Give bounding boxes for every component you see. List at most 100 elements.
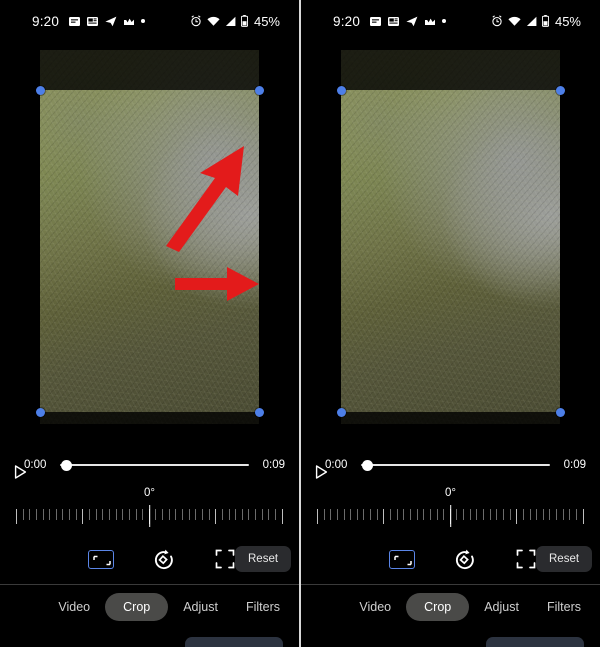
- rotation-tick: [370, 509, 372, 520]
- timeline-scrubber[interactable]: [60, 458, 249, 472]
- news-icon: [388, 16, 400, 27]
- tab-filters[interactable]: Filters: [534, 593, 594, 621]
- wifi-icon: [207, 16, 220, 27]
- rotation-tick: [556, 509, 558, 520]
- tab-crop[interactable]: Crop: [105, 593, 169, 621]
- rotation-tick: [549, 509, 551, 520]
- rotation-tick: [569, 509, 571, 520]
- dot-icon: [141, 19, 146, 23]
- expand-icon[interactable]: [215, 546, 235, 572]
- rotation-tick: [575, 509, 577, 520]
- status-bar-time: 9:20: [32, 13, 60, 29]
- save-copy-button[interactable]: Save copy: [184, 637, 283, 647]
- rotation-tick: [122, 509, 124, 520]
- reset-button[interactable]: Reset: [235, 546, 292, 572]
- rotation-tick: [281, 509, 283, 524]
- rotation-tick: [274, 509, 276, 520]
- rotation-tick: [409, 509, 411, 520]
- crop-handle-bottom-left[interactable]: [336, 407, 346, 417]
- rotation-dial[interactable]: 0°: [301, 487, 600, 539]
- rotation-tick: [215, 509, 217, 524]
- rotation-tick: [416, 509, 418, 520]
- aspect-ratio-icon[interactable]: [389, 546, 415, 572]
- timeline-total-time: 0:09: [563, 459, 586, 471]
- rotation-tick: [62, 509, 64, 520]
- rotation-center-indicator: [148, 505, 151, 527]
- editor-tabs[interactable]: Video Crop Adjust Filters: [301, 585, 600, 629]
- timeline-thumb[interactable]: [61, 459, 72, 471]
- rotation-center-indicator: [449, 505, 452, 527]
- crop-handle-top-right[interactable]: [254, 85, 264, 95]
- tab-adjust[interactable]: Adjust: [471, 593, 532, 621]
- crop-canvas-right[interactable]: [301, 42, 600, 447]
- rotation-tick: [522, 509, 524, 520]
- crop-canvas-left[interactable]: [0, 42, 299, 447]
- wifi-icon: [508, 16, 521, 27]
- timeline-total-time: 0:09: [262, 459, 285, 471]
- rotation-tick: [536, 509, 538, 520]
- tab-filters[interactable]: Filters: [233, 593, 293, 621]
- crop-dim-bottom: [341, 412, 560, 424]
- crop-tool-row[interactable]: Reset: [0, 539, 299, 579]
- telegram-icon: [105, 16, 117, 27]
- rotation-tick: [201, 509, 203, 520]
- editor-footer[interactable]: Cancel Save copy: [301, 629, 600, 647]
- crop-rectangle[interactable]: [336, 85, 565, 417]
- rotation-tick: [483, 509, 485, 520]
- crop-handle-bottom-left[interactable]: [35, 407, 45, 417]
- signal-icon: [225, 16, 236, 27]
- crop-handle-top-right[interactable]: [555, 85, 565, 95]
- timeline-scrubber[interactable]: [361, 458, 550, 472]
- battery-icon: [541, 15, 550, 27]
- reset-button[interactable]: Reset: [536, 546, 593, 572]
- tab-crop[interactable]: Crop: [406, 593, 470, 621]
- rotation-tick: [42, 509, 44, 520]
- rotation-tick: [396, 509, 398, 520]
- rotation-tick: [476, 509, 478, 520]
- rotation-tick: [582, 509, 584, 524]
- tab-video[interactable]: Video: [45, 593, 103, 621]
- rotation-tick: [436, 509, 438, 520]
- rotation-dial[interactable]: 0°: [0, 487, 299, 539]
- tab-adjust[interactable]: Adjust: [170, 593, 231, 621]
- crop-handle-bottom-right[interactable]: [254, 407, 264, 417]
- screenshot-stage: 9:20 45% 0:00 0:09 0° Reset Video Crop A…: [0, 0, 600, 647]
- rotation-tick: [175, 509, 177, 520]
- rotation-tick: [403, 509, 405, 520]
- rotation-tick: [363, 509, 365, 520]
- rotation-tick: [376, 509, 378, 520]
- editor-tabs[interactable]: Video Crop Adjust Filters: [0, 585, 299, 629]
- crop-handle-bottom-right[interactable]: [555, 407, 565, 417]
- rotation-tick: [115, 509, 117, 520]
- rotation-tick: [317, 509, 318, 524]
- tab-video[interactable]: Video: [346, 593, 404, 621]
- timeline-thumb[interactable]: [362, 459, 373, 471]
- timeline-track: [361, 464, 550, 466]
- rotation-tick: [261, 509, 263, 520]
- rotate-icon[interactable]: [154, 546, 175, 572]
- save-copy-button[interactable]: Save copy: [485, 637, 584, 647]
- rotation-tick: [235, 509, 237, 520]
- crop-tool-row[interactable]: Reset: [301, 539, 600, 579]
- crop-handle-top-left[interactable]: [35, 85, 45, 95]
- rotate-icon[interactable]: [455, 546, 476, 572]
- panel-right: 9:20 45% 0:00 0:09 0° Reset Video Crop A…: [301, 0, 600, 647]
- rotation-tick: [383, 509, 385, 524]
- crop-dim-bottom: [40, 412, 259, 424]
- rotation-tick: [102, 509, 104, 520]
- video-timeline[interactable]: 0:00 0:09: [301, 447, 600, 483]
- crop-rectangle[interactable]: [35, 85, 264, 417]
- rotation-tick: [228, 509, 230, 520]
- timeline-current-time: 0:00: [325, 459, 348, 471]
- expand-icon[interactable]: [516, 546, 536, 572]
- aspect-ratio-icon[interactable]: [88, 546, 114, 572]
- timeline-track: [60, 464, 249, 466]
- battery-percent: 45%: [253, 13, 280, 29]
- rotation-tick: [443, 509, 445, 520]
- rotation-tick: [429, 509, 431, 520]
- rotation-tick: [463, 509, 465, 520]
- editor-footer[interactable]: Cancel Save copy: [0, 629, 299, 647]
- video-timeline[interactable]: 0:00 0:09: [0, 447, 299, 483]
- rotation-tick: [221, 509, 223, 520]
- crop-handle-top-left[interactable]: [336, 85, 346, 95]
